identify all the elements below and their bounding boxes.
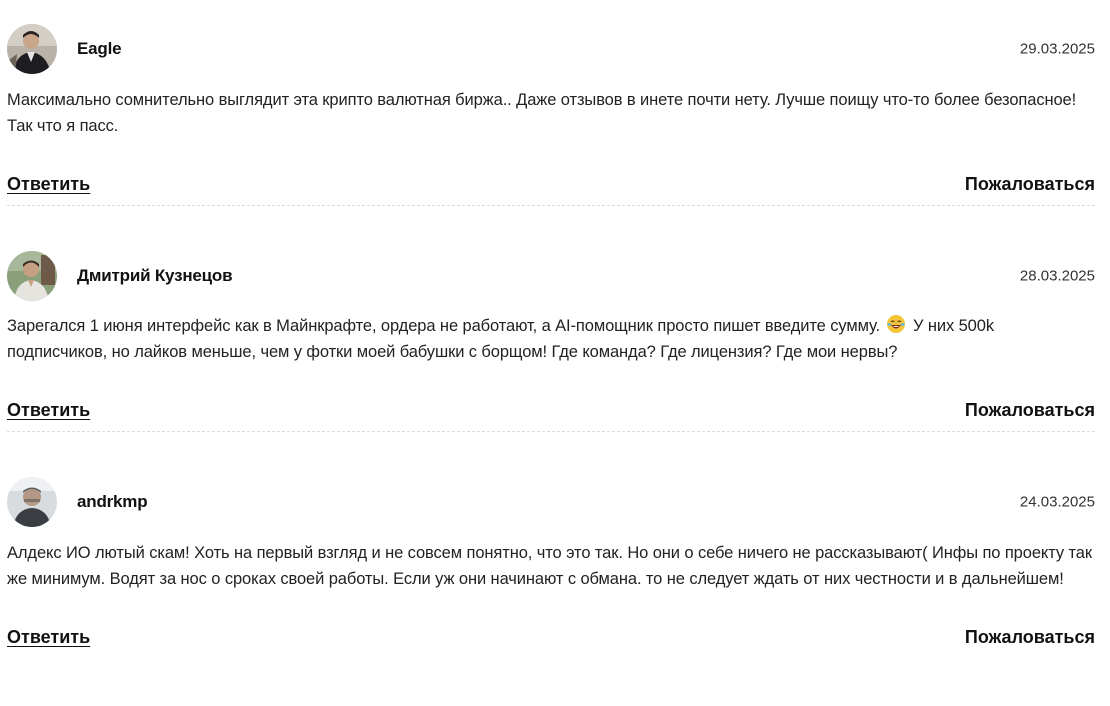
comment-header: andrkmp 24.03.2025	[7, 477, 1095, 527]
avatar	[7, 477, 57, 527]
report-button[interactable]: Пожаловаться	[965, 174, 1095, 195]
comment-text: Зарегался 1 июня интерфейс как в Майнкра…	[7, 313, 1095, 365]
comment-actions: Ответить Пожаловаться	[7, 627, 1095, 651]
comment-actions: Ответить Пожаловаться	[7, 400, 1095, 424]
comment-header: Дмитрий Кузнецов 28.03.2025	[7, 251, 1095, 301]
comment-text: Алдекс ИО лютый скам! Хоть на первый взг…	[7, 544, 1092, 588]
avatar	[7, 24, 57, 74]
reply-button[interactable]: Ответить	[7, 174, 90, 195]
comment-date: 24.03.2025	[1019, 493, 1095, 511]
comment-actions: Ответить Пожаловаться	[7, 174, 1095, 198]
comment-text-part: Зарегался 1 июня интерфейс как в Майнкра…	[7, 317, 880, 335]
comment-author: andrkmp	[77, 492, 148, 511]
report-button[interactable]: Пожаловаться	[965, 400, 1095, 421]
report-button[interactable]: Пожаловаться	[965, 627, 1095, 648]
reply-button[interactable]: Ответить	[7, 627, 90, 648]
comment-item: Eagle 29.03.2025 Максимально сомнительно…	[7, 0, 1095, 206]
comment-text: Максимально сомнительно выглядит эта кри…	[7, 91, 1077, 135]
comment-author: Дмитрий Кузнецов	[77, 266, 233, 285]
comment-item: Дмитрий Кузнецов 28.03.2025 Зарегался 1 …	[7, 206, 1095, 432]
avatar	[7, 251, 57, 301]
comment-header: Eagle 29.03.2025	[7, 24, 1095, 74]
comments-list: Eagle 29.03.2025 Максимально сомнительно…	[7, 0, 1095, 651]
reply-button[interactable]: Ответить	[7, 400, 90, 421]
comment-date: 28.03.2025	[1019, 267, 1095, 285]
laughing-tears-emoji-icon	[886, 314, 906, 334]
comment-item: andrkmp 24.03.2025 Алдекс ИО лютый скам!…	[7, 432, 1095, 651]
comment-date: 29.03.2025	[1019, 40, 1095, 58]
comment-author: Eagle	[77, 39, 122, 58]
